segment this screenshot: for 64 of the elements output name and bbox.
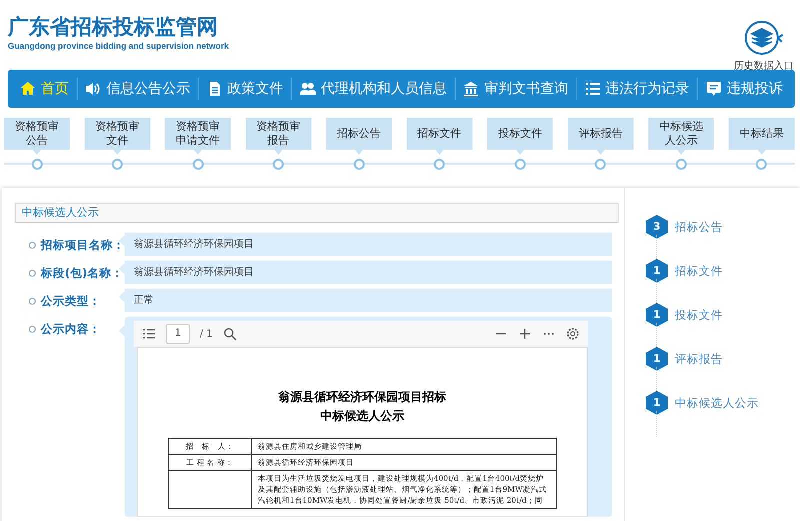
count-badge: 1 <box>646 391 668 415</box>
zoom-in-icon[interactable] <box>518 327 532 341</box>
nav-tab[interactable]: 违规投诉 <box>700 70 789 108</box>
process-step[interactable]: 招标公告 <box>326 118 392 155</box>
step-dot <box>676 159 687 170</box>
count-badge: 3 <box>646 215 668 239</box>
step-dot <box>434 159 446 170</box>
step-dot <box>192 159 204 170</box>
field-label: 公示类型： <box>41 294 101 308</box>
bullet-icon <box>29 270 36 276</box>
page-total: / 1 <box>200 328 213 340</box>
step-dot <box>756 159 768 170</box>
step-dot <box>32 159 42 170</box>
field-value: 翁源县循环经济环保园项目 <box>119 261 612 284</box>
nav-tab[interactable]: 代理机构和人员信息 <box>294 70 453 108</box>
process-step[interactable]: 资格预审公告 <box>4 118 70 155</box>
settings-icon[interactable] <box>566 327 580 341</box>
search-icon[interactable] <box>222 327 237 341</box>
page-number-field[interactable]: 1 <box>166 324 190 344</box>
sidebar-link[interactable]: 中标候选人公示 <box>675 396 759 410</box>
list-icon <box>584 81 601 97</box>
field-label: 公示内容： <box>41 322 101 336</box>
process-step[interactable]: 评标报告 <box>568 118 634 155</box>
count-badge: 1 <box>646 303 668 327</box>
speaker-icon <box>85 81 102 97</box>
nav-tab[interactable]: 违法行为记录 <box>578 70 696 108</box>
process-step[interactable]: 中标结果 <box>728 118 795 155</box>
process-step[interactable]: 招标文件 <box>406 118 473 155</box>
chat-icon <box>706 81 722 97</box>
building-icon <box>463 81 480 97</box>
process-step[interactable]: 中标候选人公示 <box>648 118 714 155</box>
home-icon <box>20 81 36 97</box>
process-step[interactable]: 资格预审报告 <box>246 118 312 155</box>
step-dot <box>514 159 526 170</box>
panel-title: 中标候选人公示 <box>15 203 619 223</box>
site-subtitle: Guangdong province bidding and supervision network <box>8 41 230 51</box>
bullet-icon <box>29 242 36 248</box>
sidebar-link[interactable]: 评标报告 <box>675 352 723 366</box>
site-title: 广东省招标投标监管网 <box>8 14 219 41</box>
sidebar-link[interactable]: 投标文件 <box>675 308 723 322</box>
count-badge: 1 <box>646 347 668 371</box>
people-icon <box>300 81 316 97</box>
stack-icon[interactable] <box>742 20 786 56</box>
nav-tab[interactable]: 政策文件 <box>200 70 290 108</box>
document-title: 翁源县循环经济环保园项目招标 <box>278 389 448 406</box>
bullet-icon <box>29 326 36 332</box>
process-step[interactable]: 资格预审申请文件 <box>165 118 232 155</box>
nav-tab[interactable]: 审判文书查询 <box>457 70 574 108</box>
step-dot <box>595 159 606 170</box>
process-step[interactable]: 资格预审文件 <box>84 118 151 155</box>
field-value: 翁源县循环经济环保园项目 <box>119 233 612 256</box>
bullet-icon <box>29 298 36 304</box>
sidebar-link[interactable]: 招标文件 <box>675 264 723 278</box>
document-title: 中标候选人公示 <box>320 408 406 425</box>
nav-tab[interactable]: 信息公告公示 <box>79 70 196 108</box>
field-value: 正常 <box>119 289 612 312</box>
step-dot <box>354 159 365 170</box>
sidebar-link[interactable]: 招标公告 <box>675 220 723 234</box>
history-data-link[interactable]: 历史数据入口 <box>734 59 794 73</box>
step-dot <box>273 159 284 170</box>
count-badge: 1 <box>646 259 668 283</box>
step-dot <box>112 159 124 170</box>
process-step[interactable]: 投标文件 <box>487 118 554 155</box>
outline-icon[interactable] <box>142 327 156 341</box>
